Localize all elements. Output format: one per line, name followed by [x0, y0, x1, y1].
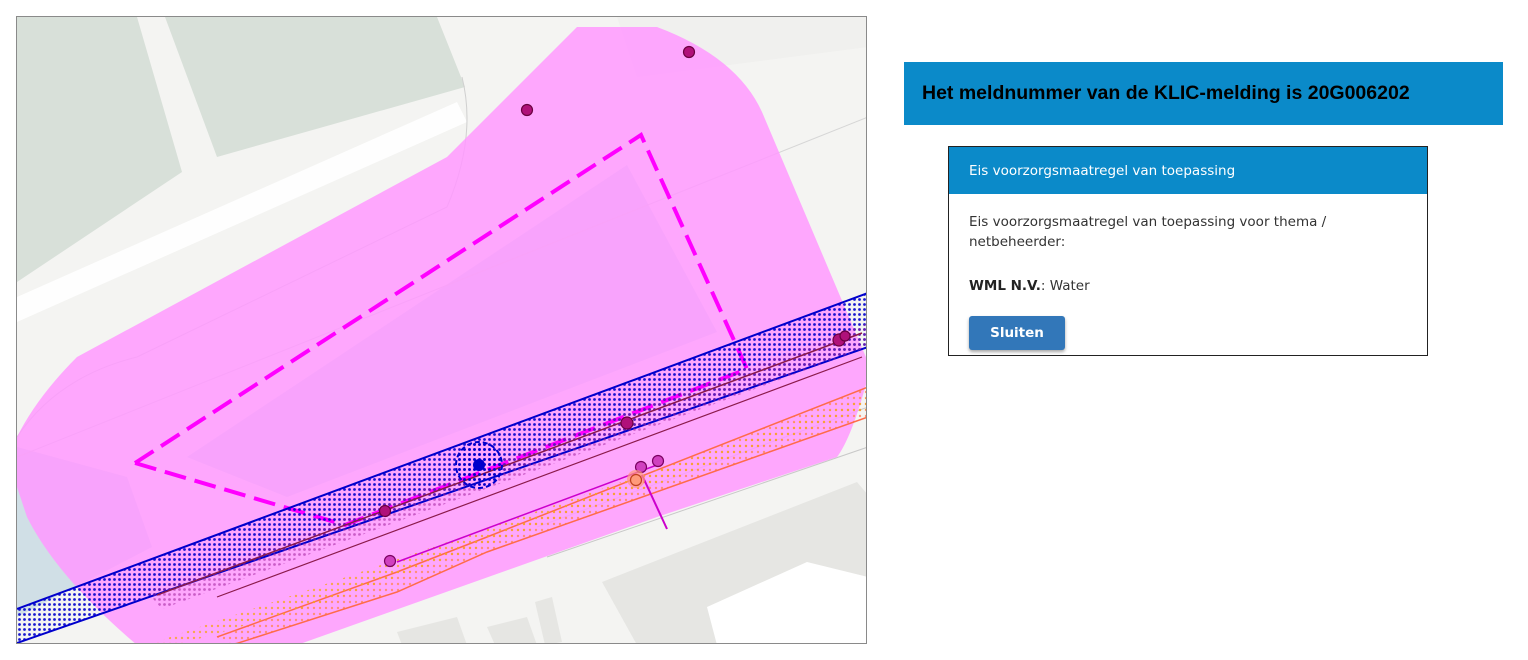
- valve-circle-icon[interactable]: [455, 441, 503, 489]
- junction-dot-icon[interactable]: [651, 454, 665, 468]
- operator-name: WML N.V.: [969, 278, 1041, 294]
- banner-title: Het meldnummer van de KLIC-melding is 20…: [922, 82, 1410, 104]
- theme-name: Water: [1049, 278, 1090, 294]
- junction-dot-icon[interactable]: [629, 473, 643, 487]
- map-viewer[interactable]: [16, 16, 867, 644]
- junction-dot-icon[interactable]: [520, 103, 534, 117]
- dialog-body: Eis voorzorgsmaatregel van toepassing vo…: [949, 194, 1427, 350]
- klic-notification-banner: Het meldnummer van de KLIC-melding is 20…: [904, 62, 1503, 125]
- junction-dot-icon[interactable]: [682, 45, 696, 59]
- junction-dot-icon[interactable]: [383, 554, 397, 568]
- dialog-intro-text: Eis voorzorgsmaatregel van toepassing vo…: [969, 214, 1327, 250]
- operator-separator: :: [1040, 278, 1050, 294]
- close-button[interactable]: Sluiten: [969, 316, 1065, 350]
- operator-theme-line: WML N.V.: Water: [969, 276, 1407, 296]
- junction-dot-icon[interactable]: [620, 416, 634, 430]
- precaution-dialog: Eis voorzorgsmaatregel van toepassing Ei…: [948, 146, 1428, 356]
- junction-dot-icon[interactable]: [839, 330, 851, 342]
- dialog-title: Eis voorzorgsmaatregel van toepassing: [969, 162, 1236, 179]
- dialog-header: Eis voorzorgsmaatregel van toepassing: [949, 147, 1427, 194]
- junction-dot-icon[interactable]: [378, 504, 392, 518]
